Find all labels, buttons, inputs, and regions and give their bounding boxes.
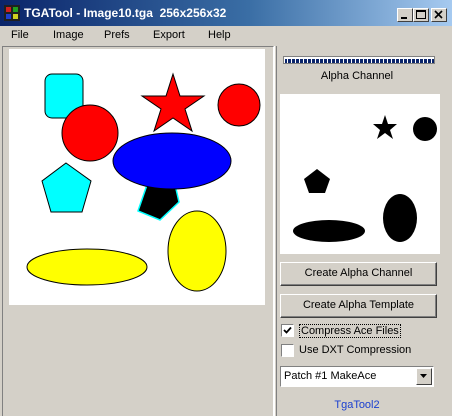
yellow-ellipse-vertical <box>167 210 227 292</box>
menu-file[interactable]: File <box>11 29 29 41</box>
alpha-circle <box>413 117 437 141</box>
alpha-shapes <box>293 115 437 242</box>
use-dxt-checkbox[interactable] <box>281 344 294 357</box>
image-canvas[interactable] <box>9 49 265 305</box>
alpha-pentagon <box>304 169 330 193</box>
red-circle-left <box>61 104 119 162</box>
cyan-pentagon <box>41 162 92 213</box>
menu-bar: File Image Prefs Export Help <box>0 26 452 44</box>
app-icon <box>4 5 20 21</box>
menu-export[interactable]: Export <box>153 29 185 41</box>
use-dxt-label: Use DXT Compression <box>299 344 412 356</box>
red-star <box>140 72 206 133</box>
chevron-down-icon <box>420 374 427 378</box>
alpha-star <box>373 115 397 139</box>
alpha-channel-label: Alpha Channel <box>320 70 394 82</box>
menu-image[interactable]: Image <box>53 29 84 41</box>
title-bar[interactable]: TGATool - Image10.tga 256x256x32 <box>0 0 452 26</box>
tgatool2-label: TgaTool2 <box>334 399 380 411</box>
minimize-icon <box>401 17 407 19</box>
alpha-progress-bar <box>283 56 435 64</box>
compress-ace-label: Compress Ace Files <box>299 324 401 338</box>
alpha-preview-canvas <box>280 94 440 254</box>
image-shapes <box>26 72 261 292</box>
tgatool-window: TGATool - Image10.tga 256x256x32 File Im… <box>0 0 452 416</box>
compress-ace-checkbox[interactable] <box>281 324 294 337</box>
checkmark-icon <box>283 326 292 334</box>
window-title: TGATool - Image10.tga 256x256x32 <box>24 6 227 20</box>
close-icon <box>434 10 443 19</box>
create-alpha-template-button[interactable]: Create Alpha Template <box>280 294 437 318</box>
maximize-icon <box>416 10 426 19</box>
close-button[interactable] <box>431 8 447 22</box>
yellow-ellipse-horizontal <box>26 248 148 286</box>
patch-select-dropdown-button[interactable] <box>416 368 432 385</box>
menu-prefs[interactable]: Prefs <box>104 29 130 41</box>
menu-help[interactable]: Help <box>208 29 231 41</box>
image-pane <box>2 46 274 416</box>
minimize-button[interactable] <box>397 8 413 22</box>
alpha-ellipse-horizontal <box>293 220 365 242</box>
blue-ellipse <box>112 132 232 190</box>
patch-select[interactable]: Patch #1 MakeAce <box>280 366 434 387</box>
maximize-button[interactable] <box>413 8 429 22</box>
create-alpha-channel-button[interactable]: Create Alpha Channel <box>280 262 437 286</box>
patch-select-value: Patch #1 MakeAce <box>284 370 377 382</box>
red-circle-right <box>217 83 261 127</box>
progress-fill <box>285 58 434 63</box>
alpha-tools-pane: Alpha Channel Create Alpha Channel Creat… <box>277 46 452 416</box>
alpha-ellipse-vertical <box>383 194 417 242</box>
